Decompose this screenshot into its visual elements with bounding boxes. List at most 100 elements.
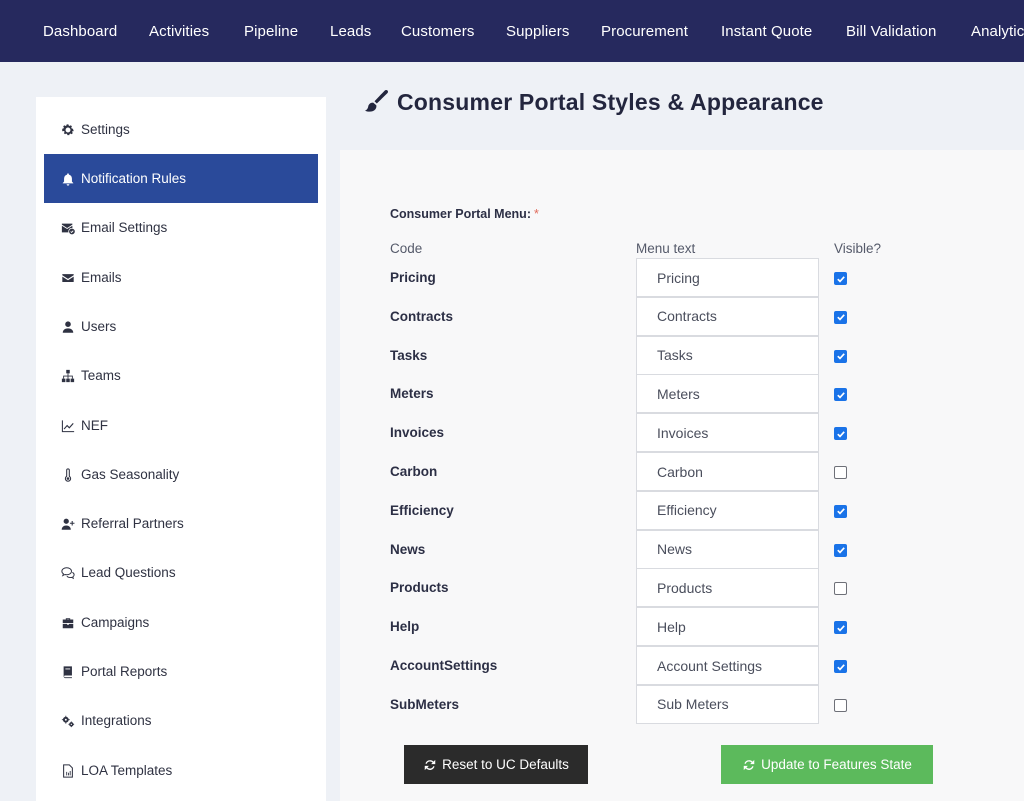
menu-text-input[interactable] bbox=[636, 296, 819, 336]
menu-label-text: Consumer Portal Menu: bbox=[390, 207, 531, 221]
sidebar-item-users[interactable]: Users bbox=[44, 302, 318, 351]
sidebar-item-label: Notification Rules bbox=[81, 171, 187, 186]
sidebar-item-nef[interactable]: NEF bbox=[44, 401, 318, 450]
nav-bill-validation[interactable]: Bill Validation bbox=[846, 23, 936, 40]
nav-customers[interactable]: Customers bbox=[401, 23, 474, 40]
sidebar-item-lead-questions[interactable]: Lead Questions bbox=[44, 548, 318, 597]
menu-row-code: Efficiency bbox=[390, 502, 454, 518]
line-chart-icon bbox=[60, 418, 76, 434]
sidebar-item-label: Teams bbox=[81, 368, 121, 383]
sidebar-item-teams[interactable]: Teams bbox=[44, 351, 318, 400]
nav-suppliers[interactable]: Suppliers bbox=[506, 23, 569, 40]
menu-text-input[interactable] bbox=[636, 413, 819, 453]
sidebar-item-emails[interactable]: Emails bbox=[44, 253, 318, 302]
sidebar-item-email-settings[interactable]: Email Settings bbox=[44, 203, 318, 252]
menu-text-input[interactable] bbox=[636, 646, 819, 685]
visible-checkbox[interactable] bbox=[834, 621, 847, 635]
file-icon bbox=[60, 763, 76, 779]
menu-row-code: Pricing bbox=[390, 270, 436, 285]
menu-row-code: News bbox=[390, 541, 426, 557]
sidebar-item-portal-reports[interactable]: Portal Reports bbox=[44, 647, 318, 696]
nav-dashboard[interactable]: Dashboard bbox=[43, 23, 117, 40]
visible-checkbox[interactable] bbox=[834, 388, 847, 402]
user-icon bbox=[60, 319, 76, 335]
envelope-icon bbox=[60, 270, 76, 286]
consumer-portal-menu-label: Consumer Portal Menu: * bbox=[390, 207, 539, 221]
comments-icon bbox=[60, 565, 76, 581]
settings-sidebar: Settings Notification Rules Email Settin… bbox=[36, 97, 326, 801]
visible-checkbox[interactable] bbox=[834, 504, 847, 518]
menu-row-code: Invoices bbox=[390, 425, 445, 441]
reset-to-defaults-button[interactable]: Reset to UC Defaults bbox=[404, 745, 588, 784]
reset-button-label: Reset to UC Defaults bbox=[442, 757, 569, 772]
menu-text-input[interactable] bbox=[636, 684, 819, 724]
user-plus-icon bbox=[60, 516, 76, 532]
visible-checkbox[interactable] bbox=[834, 466, 847, 479]
nav-analytics[interactable]: Analytics bbox=[971, 23, 1024, 40]
visible-checkbox[interactable] bbox=[834, 310, 847, 324]
visible-checkbox[interactable] bbox=[834, 349, 847, 363]
sidebar-item-notification-rules[interactable]: Notification Rules bbox=[44, 154, 318, 203]
page-title: Consumer Portal Styles & Appearance bbox=[362, 88, 824, 116]
sidebar-item-label: Portal Reports bbox=[81, 664, 168, 679]
thermometer-icon bbox=[60, 467, 76, 483]
menu-text-input[interactable] bbox=[636, 335, 819, 375]
required-marker: * bbox=[534, 207, 539, 221]
sidebar-item-loa-templates[interactable]: LOA Templates bbox=[44, 746, 318, 795]
sidebar-item-label: Integrations bbox=[81, 713, 152, 728]
check-icon bbox=[836, 392, 845, 399]
check-icon bbox=[836, 353, 845, 360]
sidebar-item-label: Emails bbox=[81, 270, 122, 285]
nav-procurement[interactable]: Procurement bbox=[601, 23, 688, 40]
check-icon bbox=[836, 663, 845, 671]
check-icon bbox=[836, 624, 845, 632]
sidebar-item-gas-seasonality[interactable]: Gas Seasonality bbox=[44, 450, 318, 499]
menu-text-input[interactable] bbox=[636, 490, 819, 530]
top-nav: Dashboard Activities Pipeline Leads Cust… bbox=[0, 0, 1024, 62]
paint-brush-icon bbox=[362, 88, 390, 116]
visible-checkbox[interactable] bbox=[834, 543, 847, 557]
page-title-text: Consumer Portal Styles & Appearance bbox=[397, 88, 824, 115]
gear-icon bbox=[60, 122, 76, 138]
visible-checkbox[interactable] bbox=[834, 427, 847, 441]
sidebar-item-label: Lead Questions bbox=[81, 565, 176, 580]
visible-checkbox[interactable] bbox=[834, 272, 847, 285]
menu-text-input[interactable] bbox=[636, 529, 819, 569]
column-header-visible: Visible? bbox=[834, 241, 882, 256]
visible-checkbox[interactable] bbox=[834, 698, 847, 712]
sidebar-item-settings[interactable]: Settings bbox=[44, 105, 318, 154]
menu-row-code: Carbon bbox=[390, 464, 438, 479]
menu-row-code: Tasks bbox=[390, 347, 428, 363]
sitemap-icon bbox=[60, 368, 76, 384]
briefcase-icon bbox=[60, 615, 76, 631]
nav-pipeline[interactable]: Pipeline bbox=[244, 23, 298, 40]
check-icon bbox=[836, 430, 845, 438]
sidebar-item-label: Settings bbox=[81, 122, 130, 137]
menu-text-input[interactable] bbox=[636, 607, 819, 647]
nav-instant-quote[interactable]: Instant Quote bbox=[721, 23, 812, 40]
refresh-icon bbox=[423, 758, 437, 772]
sidebar-item-label: Email Settings bbox=[81, 220, 168, 235]
refresh-icon bbox=[742, 758, 756, 772]
sidebar-item-campaigns[interactable]: Campaigns bbox=[44, 598, 318, 647]
sidebar-item-integrations[interactable]: Integrations bbox=[44, 696, 318, 745]
visible-checkbox[interactable] bbox=[834, 582, 847, 596]
menu-text-input[interactable] bbox=[636, 374, 819, 414]
nav-leads[interactable]: Leads bbox=[330, 23, 371, 40]
menu-text-input[interactable] bbox=[636, 568, 819, 608]
update-to-features-state-button[interactable]: Update to Features State bbox=[721, 745, 933, 784]
menu-text-input[interactable] bbox=[636, 258, 819, 297]
sidebar-item-label: LOA Templates bbox=[81, 763, 173, 778]
update-button-label: Update to Features State bbox=[761, 757, 912, 772]
column-header-menu-text: Menu text bbox=[636, 241, 696, 256]
check-icon bbox=[836, 547, 845, 554]
sidebar-item-label: Gas Seasonality bbox=[81, 467, 180, 482]
visible-checkbox[interactable] bbox=[834, 660, 847, 673]
column-header-code: Code bbox=[390, 241, 423, 256]
menu-row-code: Contracts bbox=[390, 308, 454, 324]
check-icon bbox=[836, 275, 845, 283]
menu-text-input[interactable] bbox=[636, 452, 819, 491]
nav-activities[interactable]: Activities bbox=[149, 23, 209, 40]
sidebar-item-label: Users bbox=[81, 319, 117, 334]
sidebar-item-referral-partners[interactable]: Referral Partners bbox=[44, 499, 318, 548]
